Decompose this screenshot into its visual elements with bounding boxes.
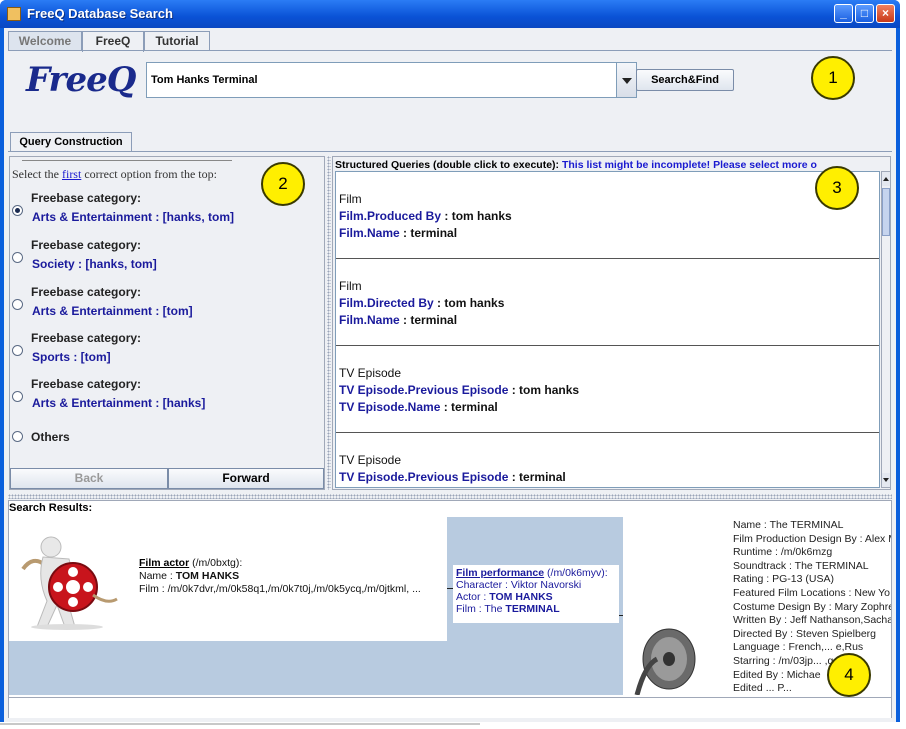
search-input[interactable]: Tom Hanks Terminal	[146, 62, 620, 98]
category-option-3[interactable]: Freebase category: Arts & Entertainment …	[12, 285, 312, 325]
actor-figure-icon	[21, 536, 118, 630]
query-condition: TV Episode.Previous Episode : terminal	[339, 470, 566, 484]
radio-button[interactable]	[12, 345, 23, 356]
film-actor-link[interactable]: Film actor	[139, 557, 189, 569]
scroll-thumb[interactable]	[882, 188, 890, 236]
window-title: FreeQ Database Search	[27, 6, 173, 21]
minimize-button[interactable]: _	[834, 4, 853, 23]
query-condition: Film.Name : terminal	[339, 226, 458, 240]
tab-query-construction[interactable]: Query Construction	[10, 132, 132, 152]
query-item[interactable]: Film Film.Produced By : tom hanks Film.N…	[336, 172, 879, 259]
tab-freeq[interactable]: FreeQ	[82, 31, 144, 52]
query-condition: Film.Name : terminal	[339, 313, 458, 327]
scroll-up-arrow-icon[interactable]	[882, 172, 890, 186]
back-button[interactable]: Back	[10, 468, 168, 489]
query-type: Film	[339, 279, 362, 293]
selection-hint: Select the first correct option from the…	[12, 167, 217, 181]
tab-welcome[interactable]: Welcome	[8, 31, 82, 51]
search-find-button[interactable]: Search&Find	[636, 69, 734, 91]
radio-button[interactable]	[12, 205, 23, 216]
radio-button[interactable]	[12, 299, 23, 310]
radio-button[interactable]	[12, 391, 23, 402]
query-type: Film	[339, 192, 362, 206]
option-value: Arts & Entertainment : [hanks, tom]	[32, 210, 235, 224]
category-option-5[interactable]: Freebase category: Arts & Entertainment …	[12, 377, 312, 417]
category-option-others[interactable]: Others	[12, 421, 312, 449]
annotation-marker-1: 1	[811, 56, 855, 100]
annotation-marker-2: 2	[261, 162, 305, 206]
query-condition: Film.Produced By : tom hanks	[339, 209, 512, 223]
app-window: FreeQ Database Search _ □ × Welcome Free…	[0, 0, 900, 722]
category-option-4[interactable]: Freebase category: Sports : [tom]	[12, 331, 312, 371]
film-performance-link[interactable]: Film performance	[456, 567, 544, 579]
structured-queries-panel: Structured Queries (double click to exec…	[332, 156, 891, 490]
query-list-scrollbar[interactable]	[881, 171, 891, 488]
annotation-marker-4: 4	[827, 653, 871, 697]
film-actor-node[interactable]: Film actor (/m/0bxtg): Name : TOM HANKS …	[9, 517, 447, 641]
search-results-label: Search Results:	[9, 502, 93, 514]
panel-split-handle[interactable]	[327, 156, 331, 490]
radio-button[interactable]	[12, 431, 23, 442]
structured-queries-header: Structured Queries (double click to exec…	[335, 159, 817, 171]
title-bar[interactable]: FreeQ Database Search _ □ ×	[0, 0, 900, 28]
option-value: Arts & Entertainment : [hanks]	[32, 396, 206, 410]
forward-button[interactable]: Forward	[168, 468, 324, 489]
maximize-button[interactable]: □	[855, 4, 874, 23]
query-condition: TV Episode.Name : terminal	[339, 400, 498, 414]
search-dropdown-button[interactable]	[616, 62, 637, 98]
option-value: Arts & Entertainment : [tom]	[32, 304, 193, 318]
hint-separator	[22, 160, 232, 161]
radio-button[interactable]	[12, 252, 23, 263]
scroll-down-arrow-icon[interactable]	[882, 473, 890, 487]
tab-divider	[8, 50, 892, 51]
results-split-handle[interactable]	[8, 494, 892, 499]
query-construction-panel: Select the first correct option from the…	[9, 156, 325, 490]
app-icon	[7, 7, 21, 21]
option-category-label: Freebase category:	[31, 238, 142, 252]
film-actor-details: Film actor (/m/0bxtg): Name : TOM HANKS …	[139, 557, 421, 595]
option-others-label: Others	[31, 430, 70, 444]
query-condition: Film.Directed By : tom hanks	[339, 296, 505, 310]
query-type: TV Episode	[339, 366, 402, 380]
client-area: Welcome FreeQ Tutorial FreeQ Tom Hanks T…	[4, 28, 896, 722]
query-type: TV Episode	[339, 453, 402, 467]
incomplete-warning: This list might be incomplete! Please se…	[561, 159, 817, 171]
film-performance-node[interactable]: Film performance (/m/0k6myv): Character …	[453, 565, 619, 623]
category-option-2[interactable]: Freebase category: Society : [hanks, tom…	[12, 238, 312, 278]
query-item[interactable]: TV Episode TV Episode.Previous Episode :…	[336, 346, 879, 433]
option-category-label: Freebase category:	[31, 285, 142, 299]
option-category-label: Freebase category:	[31, 191, 142, 205]
film-reel-icon	[634, 628, 696, 695]
query-condition: TV Episode.Previous Episode : tom hanks	[339, 383, 580, 397]
annotation-marker-3: 3	[815, 166, 859, 210]
query-item[interactable]: TV Episode TV Episode.Previous Episode :…	[336, 433, 879, 487]
results-graph[interactable]: Film actor (/m/0bxtg): Name : TOM HANKS …	[9, 517, 891, 695]
page-bottom-line	[0, 723, 480, 725]
results-status-bar	[9, 697, 891, 718]
option-value: Sports : [tom]	[32, 350, 111, 364]
structured-query-list[interactable]: Film Film.Produced By : tom hanks Film.N…	[335, 171, 880, 488]
close-button[interactable]: ×	[876, 4, 895, 23]
query-item[interactable]: Film Film.Directed By : tom hanks Film.N…	[336, 259, 879, 346]
option-category-label: Freebase category:	[31, 377, 142, 391]
freeq-logo: FreeQ	[26, 60, 136, 100]
hint-first-link[interactable]: first	[62, 167, 81, 181]
option-value: Society : [hanks, tom]	[32, 257, 157, 271]
tab-tutorial[interactable]: Tutorial	[144, 31, 210, 51]
search-results-panel: Search Results: Film actor (/m/0bxtg): N…	[8, 500, 892, 718]
option-category-label: Freebase category:	[31, 331, 142, 345]
query-tab-divider	[8, 151, 892, 152]
